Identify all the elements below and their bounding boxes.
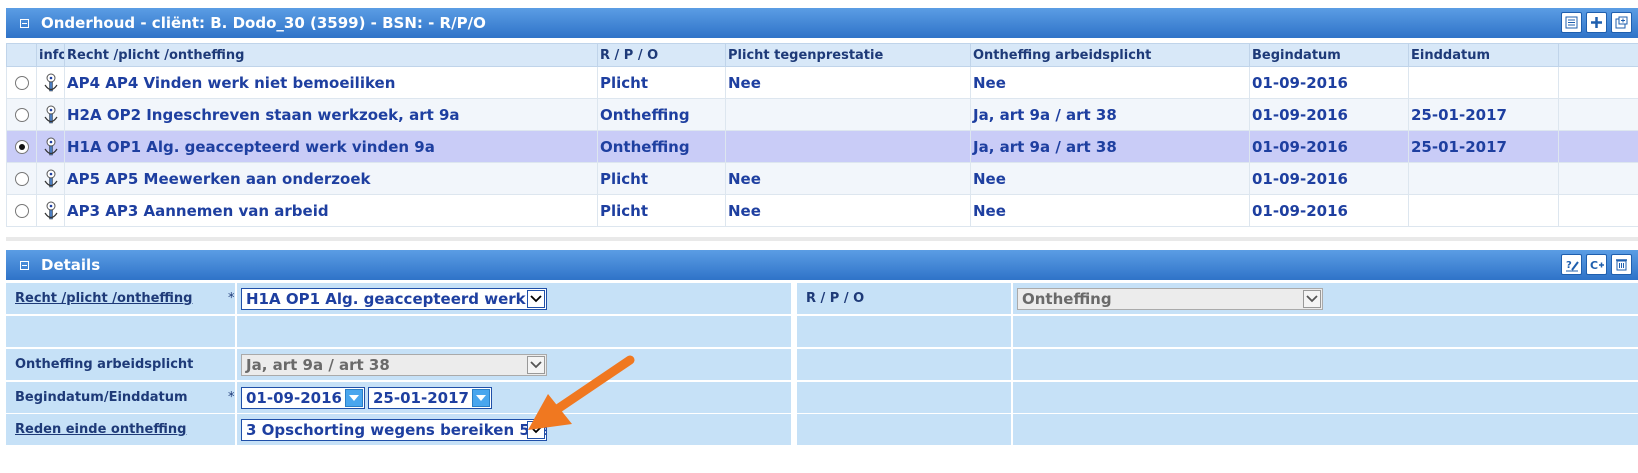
table-header-row: info Recht /plicht /ontheffing R / P / O… <box>6 43 1638 67</box>
column-header[interactable]: Einddatum <box>1408 43 1559 67</box>
tegenprestatie-cell <box>725 98 971 131</box>
collapse-icon[interactable] <box>20 260 29 270</box>
begindatum-cell: 01-09-2016 <box>1249 98 1409 131</box>
ontheffing-select: Ja, art 9a / art 38 <box>241 354 547 376</box>
column-header: info <box>36 43 65 67</box>
einddatum-input[interactable]: 25-01-2017 <box>368 387 492 409</box>
new-window-icon[interactable] <box>1611 12 1632 33</box>
einddatum-cell <box>1408 66 1559 99</box>
panel-divider <box>6 237 1638 241</box>
rpo-cell: Ontheffing <box>597 98 726 131</box>
begindatum-cell: 01-09-2016 <box>1249 194 1409 227</box>
info-icon[interactable] <box>40 72 62 94</box>
info-icon[interactable] <box>40 168 62 190</box>
top-panel-toolbar <box>1561 12 1632 33</box>
recht-select[interactable]: H1A OP1 Alg. geaccepteerd werk vinden 9a <box>241 288 547 310</box>
rpo-cell: Ontheffing <box>597 130 726 163</box>
form-row: Reden einde ontheffing 3 Opschorting weg… <box>6 414 1638 445</box>
tegenprestatie-cell <box>725 130 971 163</box>
form-row: Recht /plicht /ontheffing * H1A OP1 Alg.… <box>6 283 1638 314</box>
dates-label: Begindatum/Einddatum <box>6 382 235 413</box>
rpo-cell: Plicht <box>597 194 726 227</box>
table-row[interactable]: AP4 AP4 Vinden werk niet bemoeiliken Pli… <box>6 66 1638 99</box>
ontheffing-cell: Ja, art 9a / art 38 <box>970 98 1250 131</box>
row-radio[interactable] <box>14 171 29 186</box>
details-panel-title: Details <box>41 256 101 274</box>
begindatum-cell: 01-09-2016 <box>1249 130 1409 163</box>
ontheffing-cell: Nee <box>970 66 1250 99</box>
einddatum-cell <box>1408 162 1559 195</box>
info-icon[interactable] <box>40 104 62 126</box>
recht-cell: AP3 AP3 Aannemen van arbeid <box>64 194 598 227</box>
chevron-down-icon[interactable] <box>527 290 545 308</box>
select-column-header <box>6 43 37 67</box>
reden-select[interactable]: 3 Opschorting wegens bereiken 5-jarige t… <box>241 419 547 441</box>
obligations-table: info Recht /plicht /ontheffing R / P / O… <box>6 43 1638 227</box>
tegenprestatie-cell: Nee <box>725 194 971 227</box>
recht-cell: AP4 AP4 Vinden werk niet bemoeiliken <box>64 66 598 99</box>
svg-text:C: C <box>1590 259 1598 272</box>
ontheffing-cell: Ja, art 9a / art 38 <box>970 130 1250 163</box>
row-radio[interactable] <box>14 203 29 218</box>
begindatum-cell: 01-09-2016 <box>1249 162 1409 195</box>
info-icon[interactable] <box>40 136 62 158</box>
table-row[interactable]: H2A OP2 Ingeschreven staan werkzoek, art… <box>6 98 1638 131</box>
form-row: Begindatum/Einddatum * 01-09-2016 25-01-… <box>6 382 1638 413</box>
begindatum-cell: 01-09-2016 <box>1249 66 1409 99</box>
chevron-down-icon <box>1303 290 1321 308</box>
recht-cell: H1A OP1 Alg. geaccepteerd werk vinden 9a <box>64 130 598 163</box>
column-header[interactable]: Begindatum <box>1249 43 1409 67</box>
column-header[interactable]: Ontheffing arbeidsplicht <box>970 43 1250 67</box>
einddatum-cell <box>1408 194 1559 227</box>
rpo-cell: Plicht <box>597 162 726 195</box>
required-marker: * <box>228 390 235 405</box>
form-row-empty <box>6 316 1638 347</box>
tegenprestatie-cell: Nee <box>725 162 971 195</box>
ontheffing-cell: Nee <box>970 162 1250 195</box>
begindatum-input[interactable]: 01-09-2016 <box>241 387 365 409</box>
row-radio[interactable] <box>14 107 29 122</box>
filler-column-header <box>1558 43 1638 67</box>
reden-label[interactable]: Reden einde ontheffing <box>6 414 235 445</box>
recht-label[interactable]: Recht /plicht /ontheffing <box>6 283 235 314</box>
table-row-selected[interactable]: H1A OP1 Alg. geaccepteerd werk vinden 9a… <box>6 130 1638 163</box>
details-panel-toolbar: ? C <box>1561 254 1632 275</box>
top-panel-header: Onderhoud - cliënt: B. Dodo_30 (3599) - … <box>6 8 1638 38</box>
einddatum-cell: 25-01-2017 <box>1408 98 1559 131</box>
delete-icon[interactable] <box>1611 254 1632 275</box>
calendar-dropdown-icon[interactable] <box>345 389 363 407</box>
column-header[interactable]: Plicht tegenprestatie <box>725 43 971 67</box>
add-icon[interactable] <box>1586 12 1607 33</box>
rpo-cell: Plicht <box>597 66 726 99</box>
svg-text:?: ? <box>1566 260 1572 271</box>
calendar-dropdown-icon[interactable] <box>472 389 490 407</box>
rpo-select: Ontheffing <box>1017 288 1323 310</box>
einddatum-cell: 25-01-2017 <box>1408 130 1559 163</box>
required-marker: * <box>228 291 235 306</box>
ontheffing-cell: Nee <box>970 194 1250 227</box>
annotation-arrow-icon <box>528 355 635 430</box>
ontheffing-label: Ontheffing arbeidsplicht <box>6 349 235 380</box>
column-header[interactable]: Recht /plicht /ontheffing <box>64 43 598 67</box>
tegenprestatie-cell: Nee <box>725 66 971 99</box>
details-panel-header: Details ? C <box>6 250 1638 280</box>
copy-icon[interactable]: C <box>1586 254 1607 275</box>
column-header[interactable]: R / P / O <box>597 43 726 67</box>
form-row: Ontheffing arbeidsplicht Ja, art 9a / ar… <box>6 349 1638 380</box>
row-radio[interactable] <box>14 139 29 154</box>
row-radio[interactable] <box>14 75 29 90</box>
list-icon[interactable] <box>1561 12 1582 33</box>
rpo-label: R / P / O <box>797 283 1011 314</box>
collapse-icon[interactable] <box>20 18 29 28</box>
edit-icon[interactable]: ? <box>1561 254 1582 275</box>
recht-cell: H2A OP2 Ingeschreven staan werkzoek, art… <box>64 98 598 131</box>
top-panel-title: Onderhoud - cliënt: B. Dodo_30 (3599) - … <box>41 14 486 32</box>
info-icon[interactable] <box>40 200 62 222</box>
recht-cell: AP5 AP5 Meewerken aan onderzoek <box>64 162 598 195</box>
table-row[interactable]: AP5 AP5 Meewerken aan onderzoek Plicht N… <box>6 162 1638 195</box>
table-row[interactable]: AP3 AP3 Aannemen van arbeid Plicht Nee N… <box>6 194 1638 227</box>
